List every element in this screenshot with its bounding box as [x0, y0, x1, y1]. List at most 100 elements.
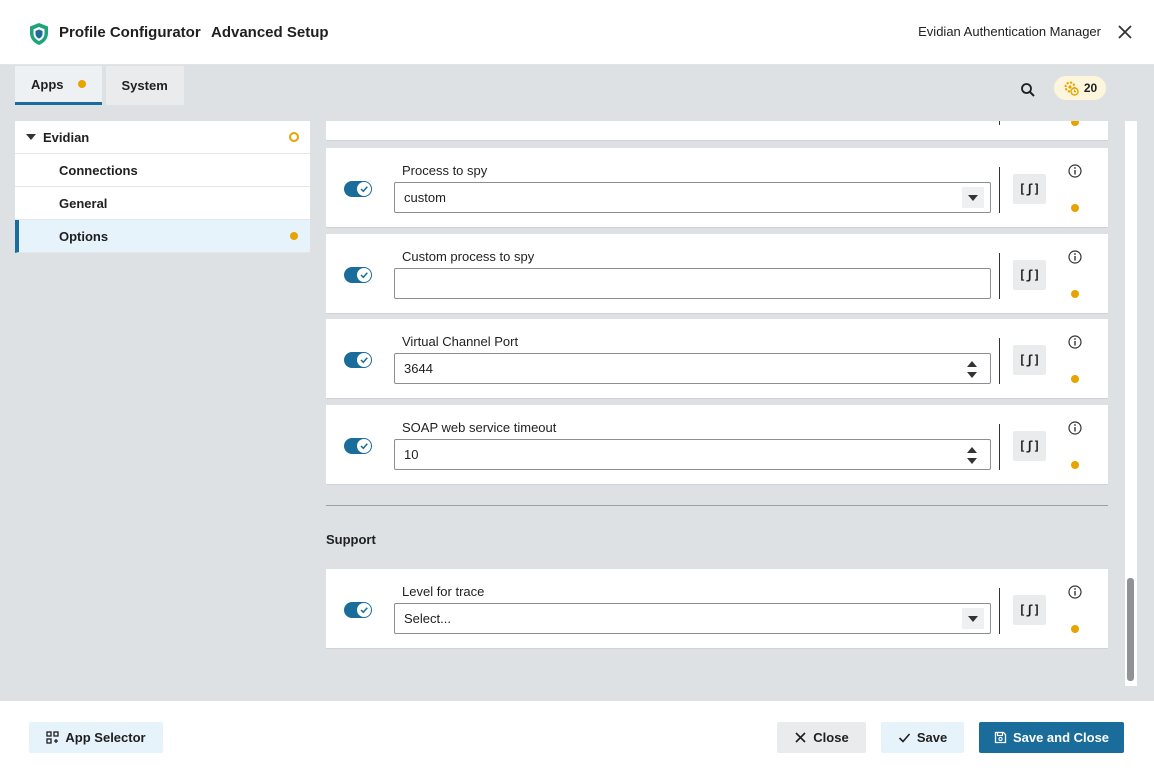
enable-toggle[interactable]	[344, 352, 372, 368]
tree-item-label: Options	[59, 228, 109, 244]
product-name: Evidian Authentication Manager	[918, 24, 1101, 39]
input-value: 10	[404, 447, 419, 462]
soap-timeout-input[interactable]: 10	[394, 439, 991, 470]
app-grid-icon	[46, 731, 60, 744]
decrement-icon[interactable]	[967, 458, 977, 464]
expression-button[interactable]: [ʃ]	[1013, 260, 1046, 290]
setting-card-partial	[326, 121, 1108, 141]
gear-clock-icon	[1064, 81, 1079, 96]
close-icon	[795, 732, 806, 743]
enable-toggle[interactable]	[344, 438, 372, 454]
separator	[999, 424, 1000, 470]
tree-item-connections[interactable]: Connections	[15, 154, 310, 187]
scrollbar-thumb[interactable]	[1127, 578, 1134, 681]
modified-dot	[290, 232, 298, 240]
separator	[999, 253, 1000, 299]
expression-button[interactable]: [ʃ]	[1013, 595, 1046, 625]
app-name: Profile Configurator	[59, 24, 201, 41]
process-to-spy-select[interactable]: custom	[394, 182, 991, 213]
enable-toggle[interactable]	[344, 181, 372, 197]
modified-dot	[1071, 290, 1079, 298]
badge-count: 20	[1083, 81, 1098, 95]
tab-apps[interactable]: Apps	[15, 66, 102, 105]
modified-dot	[1071, 461, 1079, 469]
button-label: Save	[916, 730, 948, 745]
tab-system[interactable]: System	[105, 66, 184, 105]
setting-card-custom-process: Custom process to spy [ʃ]	[326, 234, 1108, 314]
tree-item-options[interactable]: Options	[15, 220, 310, 253]
enable-toggle[interactable]	[344, 602, 372, 618]
app-tree: Evidian Connections General Options	[15, 121, 310, 253]
app-selector-button[interactable]: App Selector	[29, 722, 163, 753]
level-for-trace-select[interactable]: Select...	[394, 603, 991, 634]
modified-dot	[1071, 625, 1079, 633]
increment-icon[interactable]	[967, 447, 977, 453]
search-icon[interactable]	[1019, 81, 1037, 99]
info-icon[interactable]	[1068, 585, 1082, 599]
main-tabs: Apps System	[15, 66, 188, 106]
tab-system-label: System	[121, 78, 168, 93]
pending-changes-badge[interactable]: 20	[1054, 76, 1106, 100]
custom-process-input[interactable]	[394, 268, 991, 299]
setting-card-soap-timeout: SOAP web service timeout 10 [ʃ]	[326, 405, 1108, 485]
setting-card-level-for-trace: Level for trace Select... [ʃ]	[326, 569, 1108, 649]
setting-label: Level for trace	[402, 584, 485, 599]
button-label: Close	[813, 730, 849, 745]
check-icon	[360, 272, 368, 279]
page-title: Advanced Setup	[211, 24, 329, 41]
tree-item-label: Connections	[59, 162, 138, 178]
tree-item-evidian[interactable]: Evidian	[15, 121, 310, 154]
tab-apps-label: Apps	[31, 76, 64, 92]
info-icon[interactable]	[1068, 421, 1082, 435]
expression-button[interactable]: [ʃ]	[1013, 174, 1046, 204]
info-icon[interactable]	[1068, 164, 1082, 178]
setting-card-virtual-channel-port: Virtual Channel Port 3644 [ʃ]	[326, 319, 1108, 399]
modified-dot	[1071, 121, 1079, 126]
dropdown-arrow-icon[interactable]	[962, 608, 984, 629]
info-icon[interactable]	[1068, 335, 1082, 349]
select-value: custom	[404, 190, 446, 205]
separator	[999, 588, 1000, 634]
tree-item-general[interactable]: General	[15, 187, 310, 220]
setting-label: Virtual Channel Port	[402, 334, 519, 349]
header-bar: Profile Configurator Advanced Setup Evid…	[0, 0, 1154, 65]
setting-label: SOAP web service timeout	[402, 420, 557, 435]
caret-down-icon[interactable]	[26, 134, 36, 140]
setting-label: Custom process to spy	[402, 249, 535, 264]
increment-icon[interactable]	[967, 361, 977, 367]
setting-card-process-to-spy: Process to spy custom [ʃ]	[326, 148, 1108, 228]
decrement-icon[interactable]	[967, 372, 977, 378]
close-window-icon[interactable]	[1116, 23, 1134, 41]
separator	[999, 121, 1000, 125]
select-value: Select...	[404, 611, 451, 626]
separator	[999, 167, 1000, 213]
expression-button[interactable]: [ʃ]	[1013, 345, 1046, 375]
footer-bar: App Selector Close Save Save and Close	[0, 701, 1154, 775]
close-button[interactable]: Close	[777, 722, 866, 753]
modified-dot	[1071, 204, 1079, 212]
button-label: Save and Close	[1012, 730, 1110, 745]
enable-toggle[interactable]	[344, 267, 372, 283]
button-label: App Selector	[65, 730, 146, 745]
modified-dot	[77, 80, 86, 88]
expression-button[interactable]: [ʃ]	[1013, 431, 1046, 461]
floppy-disk-icon	[994, 731, 1007, 744]
section-title-support: Support	[326, 532, 376, 547]
info-icon[interactable]	[1068, 250, 1082, 264]
separator	[999, 338, 1000, 384]
save-button[interactable]: Save	[881, 722, 964, 753]
shield-logo-icon	[30, 23, 48, 45]
check-icon	[898, 733, 910, 743]
check-icon	[360, 607, 368, 614]
check-icon	[360, 443, 368, 450]
setting-label: Process to spy	[402, 163, 488, 178]
dropdown-arrow-icon[interactable]	[962, 187, 984, 208]
tree-item-label: Evidian	[43, 129, 90, 145]
input-value: 3644	[404, 361, 433, 376]
section-divider	[326, 505, 1108, 506]
check-icon	[360, 357, 368, 364]
virtual-channel-port-input[interactable]: 3644	[394, 353, 991, 384]
save-and-close-button[interactable]: Save and Close	[979, 722, 1124, 753]
check-icon	[360, 186, 368, 193]
modified-dot	[1071, 375, 1079, 383]
